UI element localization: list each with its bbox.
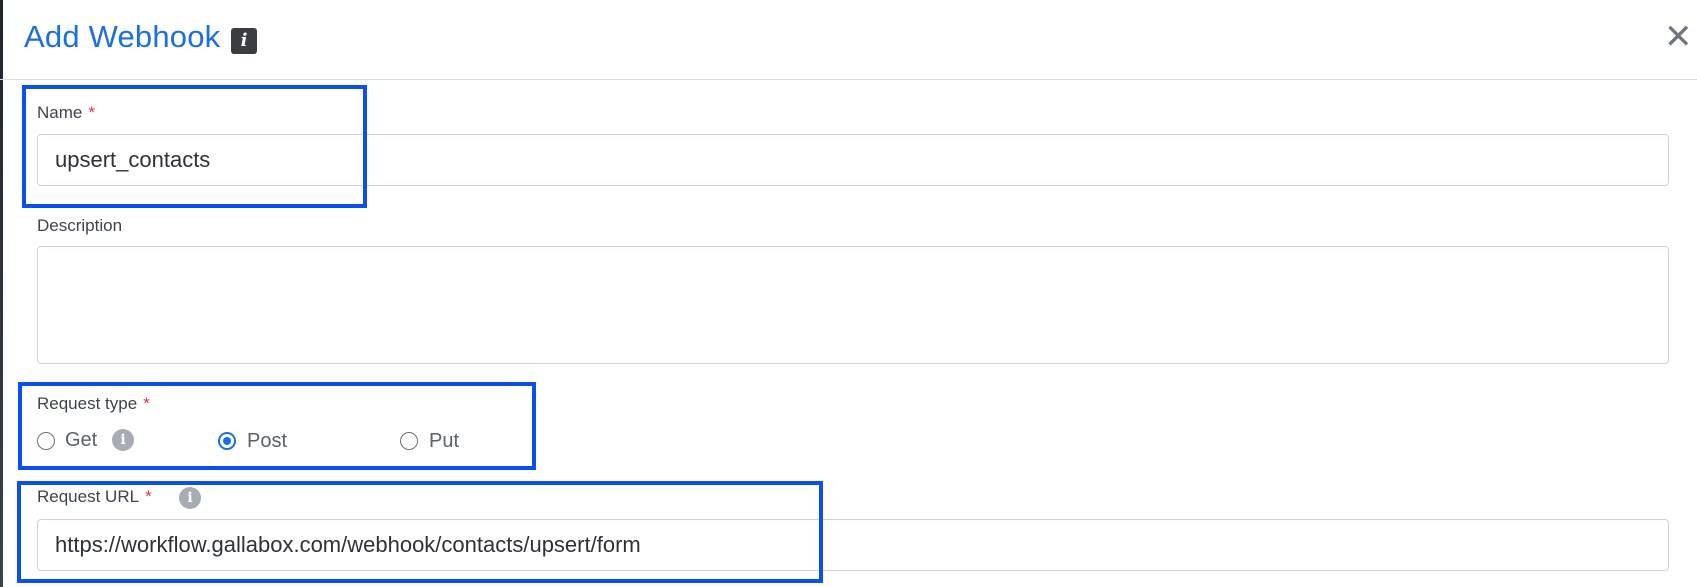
- radio-get-label[interactable]: Get: [65, 428, 97, 452]
- close-icon[interactable]: ✕: [1664, 20, 1693, 54]
- radio-post-label[interactable]: Post: [247, 429, 287, 453]
- info-icon[interactable]: i: [231, 28, 257, 54]
- get-info-icon[interactable]: i: [112, 429, 134, 451]
- radio-post[interactable]: [218, 432, 236, 450]
- request-type-label-text: Request type: [37, 394, 138, 413]
- name-input[interactable]: [37, 134, 1669, 186]
- request-url-label-text: Request URL: [37, 487, 140, 506]
- description-label: Description: [37, 216, 123, 235]
- header-divider: [0, 79, 1697, 80]
- description-input[interactable]: [37, 246, 1669, 364]
- request-url-label: Request URL *: [37, 486, 152, 508]
- radio-put[interactable]: [400, 432, 418, 450]
- required-mark: *: [88, 103, 95, 122]
- request-url-info-icon[interactable]: i: [179, 487, 201, 509]
- name-label-text: Name: [37, 103, 83, 122]
- radio-put-label[interactable]: Put: [429, 429, 459, 453]
- radio-get[interactable]: [37, 432, 55, 450]
- name-label: Name *: [37, 102, 95, 124]
- dialog-title: Add Webhook: [24, 19, 221, 54]
- request-type-label: Request type *: [37, 393, 150, 415]
- request-url-input[interactable]: [37, 519, 1669, 571]
- background-window-edge: [0, 0, 3, 587]
- required-mark: *: [145, 487, 152, 506]
- required-mark: *: [143, 394, 150, 413]
